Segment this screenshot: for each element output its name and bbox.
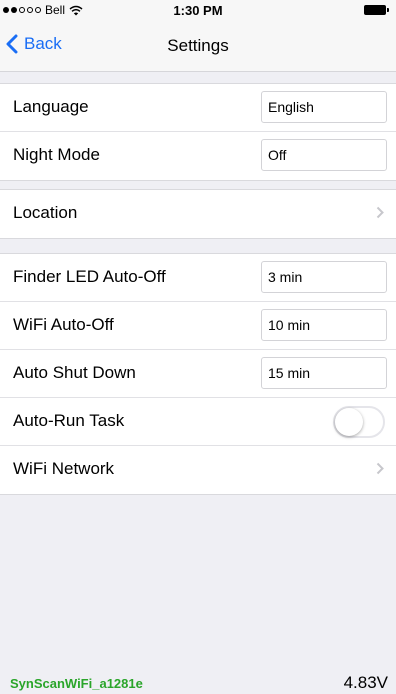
page-title: Settings (167, 36, 229, 55)
chevron-right-icon (376, 206, 384, 219)
night-mode-field[interactable]: Off (261, 139, 387, 171)
language-row: Language English (0, 84, 396, 132)
auto-run-task-row: Auto-Run Task (0, 398, 396, 446)
settings-section-location: Location (0, 189, 396, 239)
wifi-auto-off-row: WiFi Auto-Off 10 min (0, 302, 396, 350)
wifi-auto-off-label: WiFi Auto-Off (13, 315, 114, 334)
chevron-right-icon (376, 462, 384, 475)
language-label: Language (13, 97, 89, 116)
finder-led-field[interactable]: 3 min (261, 261, 387, 293)
settings-section-general: Language English Night Mode Off (0, 83, 396, 181)
status-time: 1:30 PM (173, 3, 223, 18)
battery-voltage: 4.83V (343, 673, 388, 692)
location-row[interactable]: Location (0, 190, 396, 238)
battery-icon (364, 5, 389, 15)
auto-shut-down-field[interactable]: 15 min (261, 357, 387, 389)
auto-run-task-label: Auto-Run Task (13, 411, 125, 430)
finder-led-label: Finder LED Auto-Off (13, 267, 166, 286)
night-mode-label: Night Mode (13, 145, 100, 164)
night-mode-row: Night Mode Off (0, 132, 396, 180)
finder-led-row: Finder LED Auto-Off 3 min (0, 254, 396, 302)
auto-shut-down-label: Auto Shut Down (13, 363, 136, 382)
auto-run-task-toggle[interactable] (333, 406, 385, 438)
settings-section-power: Finder LED Auto-Off 3 min WiFi Auto-Off … (0, 253, 396, 495)
language-field[interactable]: English (261, 91, 387, 123)
location-label: Location (13, 203, 78, 222)
wifi-auto-off-field[interactable]: 10 min (261, 309, 387, 341)
wifi-ssid-label: SynScanWiFi_a1281e (10, 676, 143, 691)
wifi-network-row[interactable]: WiFi Network (0, 446, 396, 494)
wifi-network-label: WiFi Network (13, 459, 115, 478)
navigation-bar: Back Settings (0, 20, 396, 72)
status-bar: Bell 1:30 PM (0, 0, 396, 20)
toggle-knob (335, 408, 363, 436)
auto-shut-down-row: Auto Shut Down 15 min (0, 350, 396, 398)
